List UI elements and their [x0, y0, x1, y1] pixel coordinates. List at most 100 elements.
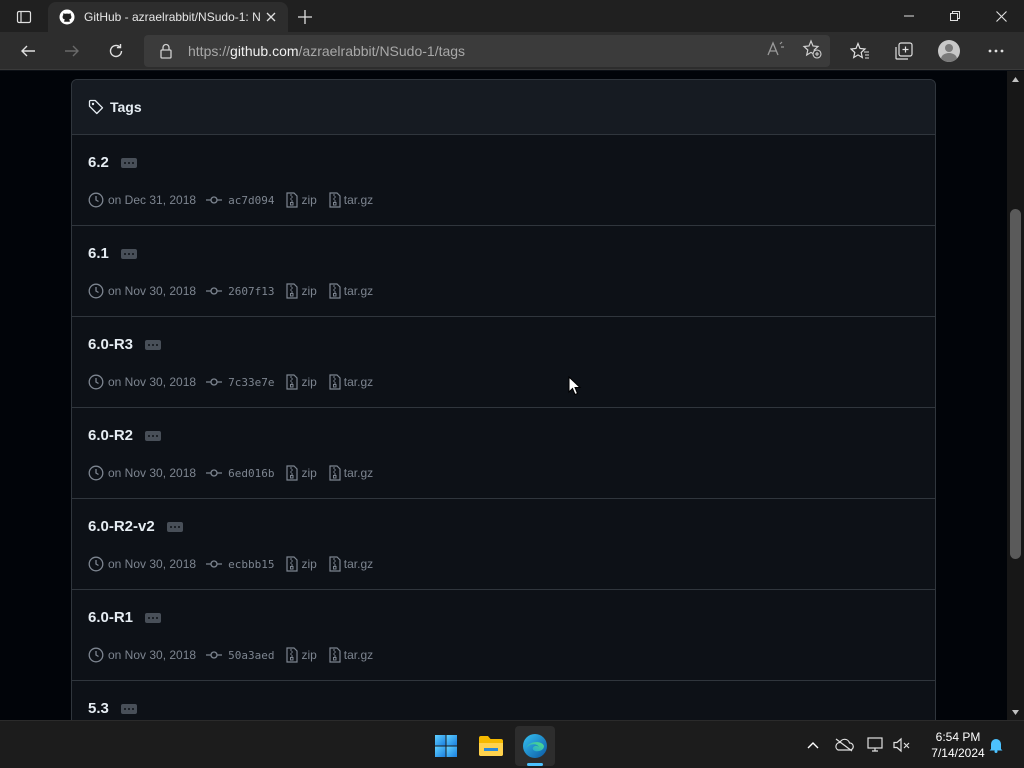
- file-explorer-button[interactable]: [471, 726, 511, 766]
- scroll-up-arrow-icon[interactable]: [1007, 71, 1024, 87]
- tab-close-icon[interactable]: [262, 8, 280, 26]
- tag-icon: [88, 99, 104, 115]
- tag-row: 6.0-R1 on Nov 30, 2018 50a3aed zip tar.g…: [72, 590, 935, 681]
- tag-date[interactable]: on Nov 30, 2018: [108, 557, 196, 571]
- tag-row: 6.0-R3 on Nov 30, 2018 7c33e7e zip tar.g…: [72, 317, 935, 408]
- file-zip-icon: [329, 192, 341, 208]
- tag-date[interactable]: on Nov 30, 2018: [108, 648, 196, 662]
- restore-button[interactable]: [932, 0, 978, 32]
- system-clock[interactable]: 6:54 PM 7/14/2024: [920, 729, 996, 761]
- browser-titlebar: GitHub - azraelrabbit/NSudo-1: N: [0, 0, 1024, 32]
- tag-date[interactable]: on Nov 30, 2018: [108, 284, 196, 298]
- minimize-icon: [904, 15, 914, 17]
- tag-name-link[interactable]: 6.0-R2: [88, 427, 133, 444]
- scrollbar-thumb[interactable]: [1010, 209, 1021, 559]
- file-zip-icon: [329, 465, 341, 481]
- tag-name-link[interactable]: 6.0-R1: [88, 609, 133, 626]
- more-ellipsis-button[interactable]: [145, 339, 162, 350]
- clock-icon: [88, 283, 104, 299]
- onedrive-offline-icon[interactable]: [834, 735, 854, 755]
- show-hidden-icons-chevron-up-icon[interactable]: [803, 735, 823, 755]
- file-zip-icon: [286, 647, 299, 663]
- git-commit-icon: [206, 468, 223, 478]
- zip-download-link[interactable]: zip: [301, 648, 316, 662]
- refresh-button[interactable]: [101, 36, 131, 66]
- commit-sha-link[interactable]: ecbbb15: [228, 558, 274, 571]
- favorites-button[interactable]: [845, 36, 875, 66]
- tag-name-link[interactable]: 6.0-R3: [88, 336, 133, 353]
- github-favicon-icon: [58, 8, 76, 26]
- tag-date[interactable]: on Nov 30, 2018: [108, 375, 196, 389]
- tab-title: GitHub - azraelrabbit/NSudo-1: N: [84, 10, 260, 24]
- collections-button[interactable]: [889, 36, 919, 66]
- zip-download-link[interactable]: zip: [301, 375, 316, 389]
- back-button[interactable]: [13, 36, 43, 66]
- refresh-icon: [109, 44, 123, 58]
- tar-download-link[interactable]: tar.gz: [344, 284, 373, 298]
- git-commit-icon: [206, 286, 223, 296]
- commit-sha-link[interactable]: ac7d094: [228, 194, 274, 207]
- network-icon[interactable]: [866, 735, 886, 755]
- tar-download-link[interactable]: tar.gz: [344, 375, 373, 389]
- arrow-left-icon: [21, 45, 35, 57]
- tag-date[interactable]: on Nov 30, 2018: [108, 466, 196, 480]
- tag-name-link[interactable]: 6.0-R2-v2: [88, 518, 155, 535]
- forward-button[interactable]: [57, 36, 87, 66]
- commit-sha-link[interactable]: 2607f13: [228, 285, 274, 298]
- browser-toolbar: https://github.com/azraelrabbit/NSudo-1/…: [0, 32, 1024, 70]
- tag-name-link[interactable]: 5.3: [88, 700, 109, 717]
- zip-download-link[interactable]: zip: [301, 193, 316, 207]
- more-ellipsis-button[interactable]: [120, 703, 137, 714]
- tag-date[interactable]: on Dec 31, 2018: [108, 193, 196, 207]
- file-zip-icon: [286, 374, 299, 390]
- minimize-button[interactable]: [886, 0, 932, 32]
- zip-download-link[interactable]: zip: [301, 466, 316, 480]
- profile-avatar[interactable]: [938, 40, 960, 62]
- favorites-icon: [850, 42, 869, 59]
- tar-download-link[interactable]: tar.gz: [344, 648, 373, 662]
- zip-download-link[interactable]: zip: [301, 557, 316, 571]
- lock-icon[interactable]: [152, 43, 180, 59]
- tab-actions-icon: [16, 10, 32, 24]
- close-window-button[interactable]: [978, 0, 1024, 32]
- start-button[interactable]: [426, 726, 466, 766]
- git-commit-icon: [206, 650, 223, 660]
- tab-actions-button[interactable]: [8, 6, 40, 28]
- commit-sha-link[interactable]: 6ed016b: [228, 467, 274, 480]
- commit-sha-link[interactable]: 7c33e7e: [228, 376, 274, 389]
- browser-tab-active[interactable]: GitHub - azraelrabbit/NSudo-1: N: [48, 2, 288, 32]
- tags-header: Tags: [72, 80, 935, 135]
- clock-icon: [88, 192, 104, 208]
- tag-row: 6.0-R2-v2 on Nov 30, 2018 ecbbb15 zip ta…: [72, 499, 935, 590]
- more-ellipsis-button[interactable]: [120, 157, 137, 168]
- windows-start-icon: [435, 735, 457, 757]
- collections-icon: [895, 42, 913, 60]
- file-explorer-icon: [479, 736, 503, 756]
- tag-row: 5.3: [72, 681, 935, 720]
- tar-download-link[interactable]: tar.gz: [344, 557, 373, 571]
- zip-download-link[interactable]: zip: [301, 284, 316, 298]
- tar-download-link[interactable]: tar.gz: [344, 193, 373, 207]
- more-ellipsis-button[interactable]: [145, 612, 162, 623]
- address-bar[interactable]: https://github.com/azraelrabbit/NSudo-1/…: [144, 35, 830, 67]
- volume-muted-icon[interactable]: [892, 735, 912, 755]
- tag-name-link[interactable]: 6.2: [88, 154, 109, 171]
- more-ellipsis-button[interactable]: [166, 521, 183, 532]
- commit-sha-link[interactable]: 50a3aed: [228, 649, 274, 662]
- vertical-scrollbar[interactable]: [1007, 71, 1024, 720]
- add-favorite-icon[interactable]: [801, 38, 823, 60]
- scroll-down-arrow-icon[interactable]: [1007, 704, 1024, 720]
- edge-taskbar-button[interactable]: [515, 726, 555, 766]
- more-ellipsis-button[interactable]: [120, 248, 137, 259]
- tag-row: 6.2 on Dec 31, 2018 ac7d094 zip tar.gz: [72, 135, 935, 226]
- file-zip-icon: [286, 283, 299, 299]
- read-aloud-icon[interactable]: [765, 38, 787, 60]
- clock-icon: [88, 647, 104, 663]
- tar-download-link[interactable]: tar.gz: [344, 466, 373, 480]
- more-ellipsis-button[interactable]: [145, 430, 162, 441]
- new-tab-button[interactable]: [294, 6, 316, 28]
- notification-bell-icon[interactable]: [986, 735, 1006, 755]
- settings-more-button[interactable]: [981, 36, 1011, 66]
- url-text[interactable]: https://github.com/azraelrabbit/NSudo-1/…: [188, 43, 465, 59]
- tag-name-link[interactable]: 6.1: [88, 245, 109, 262]
